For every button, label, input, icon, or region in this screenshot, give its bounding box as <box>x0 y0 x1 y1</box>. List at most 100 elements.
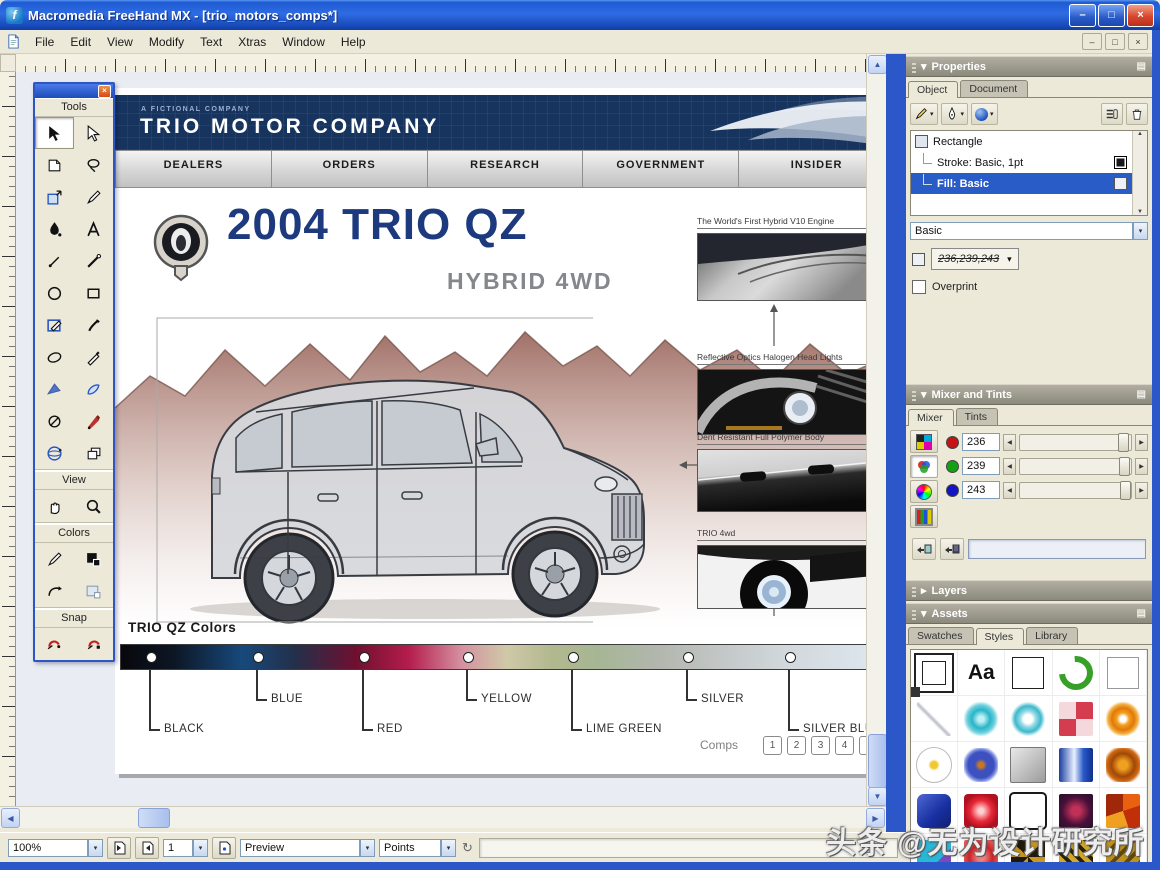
snap-to-object-tool[interactable] <box>74 628 113 660</box>
blue-decrement-button[interactable]: ◀ <box>1003 482 1016 499</box>
style-swatch-selected[interactable] <box>911 650 958 696</box>
green-increment-button[interactable]: ▶ <box>1135 458 1148 475</box>
green-decrement-button[interactable]: ◀ <box>1003 458 1016 475</box>
fill-type-combo[interactable]: Basic ▾ <box>910 222 1148 240</box>
lasso-tool[interactable] <box>74 149 113 181</box>
hls-mode-button[interactable] <box>910 480 938 503</box>
view-mode-combo[interactable]: Preview ▾ <box>240 839 375 857</box>
fill-type-dropdown[interactable]: ▾ <box>1133 222 1148 240</box>
rectangle-tool[interactable] <box>74 277 113 309</box>
delete-effect-button[interactable] <box>1126 103 1148 125</box>
red-increment-button[interactable]: ▶ <box>1135 434 1148 451</box>
style-swatch[interactable] <box>1005 696 1052 742</box>
tools-close-button[interactable]: × <box>98 85 111 98</box>
menu-view[interactable]: View <box>99 32 141 52</box>
green-slider-track[interactable] <box>1019 458 1132 475</box>
previous-page-button[interactable] <box>107 837 131 859</box>
scroll-left-button[interactable]: ◀ <box>1 808 20 828</box>
menu-file[interactable]: File <box>27 32 62 52</box>
add-effect-button[interactable] <box>1101 103 1123 125</box>
cmyk-mode-button[interactable] <box>910 430 938 453</box>
style-swatch[interactable] <box>1100 696 1147 742</box>
vertical-scrollbar[interactable]: ▲ ▼ <box>866 54 886 806</box>
style-swatch[interactable] <box>1005 742 1052 788</box>
view-mode-dropdown[interactable]: ▾ <box>360 839 375 857</box>
menu-window[interactable]: Window <box>274 32 333 52</box>
add-page-button[interactable] <box>212 837 236 859</box>
object-list-scrollbar[interactable]: ▲ ▼ <box>1132 131 1147 215</box>
menu-text[interactable]: Text <box>192 32 230 52</box>
red-value-field[interactable]: 236 <box>962 433 1000 451</box>
blue-value-field[interactable]: 243 <box>962 481 1000 499</box>
scroll-up-icon[interactable]: ▲ <box>1137 131 1143 137</box>
units-dropdown[interactable]: ▾ <box>441 839 456 857</box>
object-row-rectangle[interactable]: Rectangle <box>911 131 1147 152</box>
pen-tool[interactable] <box>74 181 113 213</box>
tab-library[interactable]: Library <box>1026 627 1078 644</box>
units-combo[interactable]: Points ▾ <box>379 839 456 857</box>
fill-color-swatch[interactable] <box>74 575 113 607</box>
bezigon-tool[interactable] <box>74 245 113 277</box>
subselect-tool[interactable] <box>74 117 113 149</box>
style-swatch[interactable] <box>911 742 958 788</box>
style-swatch[interactable] <box>1100 742 1147 788</box>
stroke-color-tool[interactable] <box>35 543 74 575</box>
perspective-tool[interactable] <box>35 373 74 405</box>
doc-minimize-button[interactable]: – <box>1082 33 1102 50</box>
style-swatch[interactable] <box>1005 650 1052 696</box>
blue-increment-button[interactable]: ▶ <box>1135 482 1148 499</box>
tab-mixer[interactable]: Mixer <box>908 409 954 426</box>
blue-slider-track[interactable] <box>1019 482 1132 499</box>
scroll-down-button[interactable]: ▼ <box>868 787 887 806</box>
mixer-panel-header[interactable]: ▾ Mixer and Tints ▤ <box>906 384 1152 405</box>
style-swatch[interactable] <box>1053 742 1100 788</box>
close-button[interactable]: × <box>1127 4 1154 27</box>
page-number-combo[interactable]: 1 ▾ <box>163 839 208 857</box>
panel-options-icon[interactable]: ▤ <box>1137 389 1146 400</box>
vector-shape-tool[interactable] <box>35 309 74 341</box>
page-number-dropdown[interactable]: ▾ <box>193 839 208 857</box>
page-tool[interactable] <box>35 149 74 181</box>
style-swatch[interactable] <box>1053 696 1100 742</box>
tab-object[interactable]: Object <box>908 81 958 98</box>
rotate-tool[interactable] <box>35 437 74 469</box>
pen-type-button[interactable]: ▾ <box>941 103 969 125</box>
style-swatch[interactable] <box>1100 650 1147 696</box>
restore-button[interactable]: □ <box>1098 4 1125 27</box>
overprint-checkbox[interactable] <box>912 280 926 294</box>
zoom-combo[interactable]: 100% ▾ <box>8 839 103 857</box>
refresh-icon[interactable]: ↻ <box>462 840 473 856</box>
style-swatch[interactable] <box>958 696 1005 742</box>
menu-xtras[interactable]: Xtras <box>230 32 274 52</box>
pointer-tool[interactable] <box>35 117 74 149</box>
hand-tool[interactable] <box>35 490 74 522</box>
zoom-dropdown[interactable]: ▾ <box>88 839 103 857</box>
fisheye-lens-tool[interactable] <box>74 373 113 405</box>
system-color-button[interactable] <box>910 505 938 528</box>
zoom-tool[interactable] <box>74 490 113 522</box>
rgb-mode-button[interactable] <box>910 455 938 478</box>
green-value-field[interactable]: 239 <box>962 457 1000 475</box>
stroke-color-swatch[interactable] <box>74 543 113 575</box>
menu-help[interactable]: Help <box>333 32 374 52</box>
properties-panel-header[interactable]: ▾ Properties ▤ <box>906 56 1152 77</box>
scroll-down-icon[interactable]: ▼ <box>1137 209 1143 215</box>
knife-tool[interactable] <box>74 341 113 373</box>
ink-bottle-tool[interactable] <box>35 213 74 245</box>
red-slider-thumb[interactable] <box>1118 433 1129 452</box>
object-row-fill[interactable]: Fill: Basic <box>911 173 1147 194</box>
minimize-button[interactable]: – <box>1069 4 1096 27</box>
add-to-tints-button[interactable] <box>940 538 964 560</box>
clone-tool[interactable] <box>74 437 113 469</box>
panel-options-icon[interactable]: ▤ <box>1137 61 1146 72</box>
vertical-scroll-thumb[interactable] <box>868 734 887 788</box>
menu-modify[interactable]: Modify <box>141 32 192 52</box>
horizontal-scrollbar[interactable]: ◀ ▶ <box>0 806 886 828</box>
horizontal-ruler[interactable] <box>16 54 866 73</box>
crayon-tool[interactable] <box>74 405 113 437</box>
red-decrement-button[interactable]: ◀ <box>1003 434 1016 451</box>
swap-colors-tool[interactable] <box>35 575 74 607</box>
style-swatch[interactable] <box>911 696 958 742</box>
vertical-ruler[interactable] <box>0 72 16 806</box>
text-tool[interactable] <box>74 213 113 245</box>
